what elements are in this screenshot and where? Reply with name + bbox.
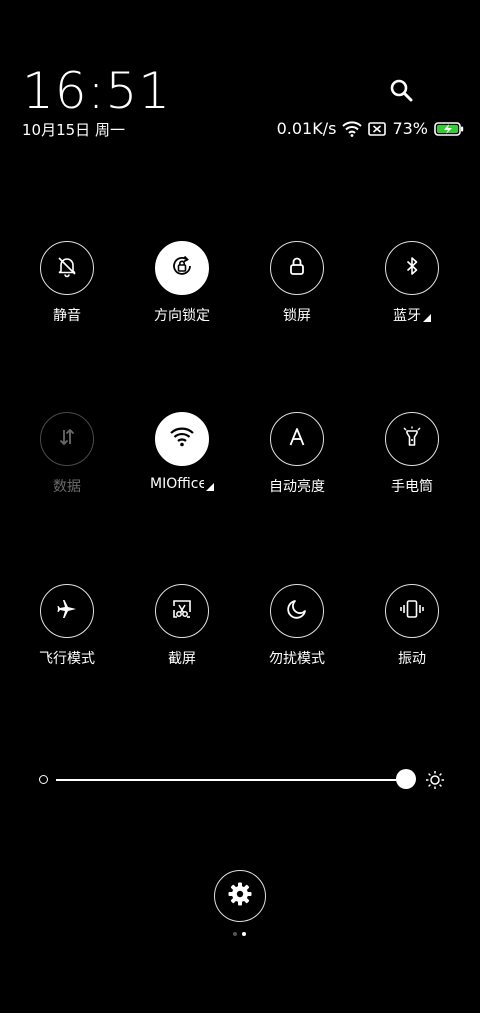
auto-brightness-icon xyxy=(285,425,309,453)
lock-screen-button[interactable] xyxy=(270,241,324,295)
settings-button[interactable] xyxy=(214,870,266,922)
wifi-icon xyxy=(169,426,195,452)
battery-charging-icon xyxy=(434,121,464,136)
vibrate-icon xyxy=(399,597,425,625)
tile-label-row: MIOffice xyxy=(150,476,214,492)
tile-label: 勿扰模式 xyxy=(269,651,325,667)
tile-label: 自动亮度 xyxy=(269,479,325,495)
brightness-low-icon xyxy=(39,775,48,784)
tile-wifi[interactable]: MIOffice xyxy=(127,412,237,522)
tile-vibrate[interactable]: 振动 xyxy=(357,584,467,694)
tile-label: 静音 xyxy=(53,308,81,324)
tile-silent[interactable]: 静音 xyxy=(12,241,122,351)
lock-icon xyxy=(285,254,309,282)
flashlight-icon xyxy=(400,425,424,453)
expand-arrow-icon[interactable] xyxy=(423,314,431,322)
search-icon[interactable] xyxy=(388,77,416,105)
screenshot-button[interactable] xyxy=(155,584,209,638)
bell-off-icon xyxy=(55,254,79,282)
airplane-icon xyxy=(55,597,79,625)
expand-arrow-icon[interactable] xyxy=(206,483,214,491)
screenshot-icon xyxy=(170,597,194,625)
tile-label: 飞行模式 xyxy=(39,651,95,667)
flashlight-toggle[interactable] xyxy=(385,412,439,466)
tile-label: 截屏 xyxy=(168,651,196,667)
tile-do-not-disturb[interactable]: 勿扰模式 xyxy=(242,584,352,694)
rotation-lock-icon xyxy=(169,253,195,283)
no-sim-icon xyxy=(368,121,387,136)
tile-label: 手电筒 xyxy=(391,479,433,495)
auto-brightness-toggle[interactable] xyxy=(270,412,324,466)
bluetooth-icon xyxy=(400,254,424,282)
bluetooth-toggle[interactable] xyxy=(385,241,439,295)
airplane-mode-toggle[interactable] xyxy=(40,584,94,638)
mobile-data-icon xyxy=(55,425,79,453)
wifi-signal-icon xyxy=(342,120,363,137)
tile-label-row: 蓝牙 xyxy=(393,305,431,325)
page-dot xyxy=(233,932,237,936)
tile-auto-brightness[interactable]: 自动亮度 xyxy=(242,412,352,522)
tile-label: MIOffice xyxy=(150,476,204,492)
brightness-track[interactable] xyxy=(56,779,406,781)
network-speed: 0.01K/s xyxy=(276,119,337,138)
vibrate-toggle[interactable] xyxy=(385,584,439,638)
tile-label: 锁屏 xyxy=(283,308,311,324)
rotation-lock-toggle[interactable] xyxy=(155,241,209,295)
status-bar: 0.01K/s 73% xyxy=(277,119,464,138)
tile-airplane-mode[interactable]: 飞行模式 xyxy=(12,584,122,694)
wifi-toggle[interactable] xyxy=(155,412,209,466)
clock: 16:51 xyxy=(22,62,172,120)
tile-rotation-lock[interactable]: 方向锁定 xyxy=(127,241,237,351)
mobile-data-toggle[interactable] xyxy=(40,412,94,466)
tile-label: 方向锁定 xyxy=(154,308,210,324)
brightness-high-icon xyxy=(424,769,446,791)
tile-label: 数据 xyxy=(53,479,81,495)
date: 10月15日 周一 xyxy=(22,121,125,139)
brightness-slider[interactable] xyxy=(36,765,448,795)
battery-percent: 73% xyxy=(392,119,428,138)
gear-icon xyxy=(227,881,253,911)
moon-icon xyxy=(285,597,309,625)
page-dot-active xyxy=(242,932,246,936)
tile-screenshot[interactable]: 截屏 xyxy=(127,584,237,694)
tile-mobile-data[interactable]: 数据 xyxy=(12,412,122,522)
tile-bluetooth[interactable]: 蓝牙 xyxy=(357,241,467,351)
tile-label: 振动 xyxy=(398,651,426,667)
page-indicator xyxy=(233,932,246,936)
tile-label: 蓝牙 xyxy=(393,308,421,324)
tile-lock-screen[interactable]: 锁屏 xyxy=(242,241,352,351)
tile-flashlight[interactable]: 手电筒 xyxy=(357,412,467,522)
do-not-disturb-toggle[interactable] xyxy=(270,584,324,638)
silent-toggle[interactable] xyxy=(40,241,94,295)
brightness-knob[interactable] xyxy=(396,769,416,789)
